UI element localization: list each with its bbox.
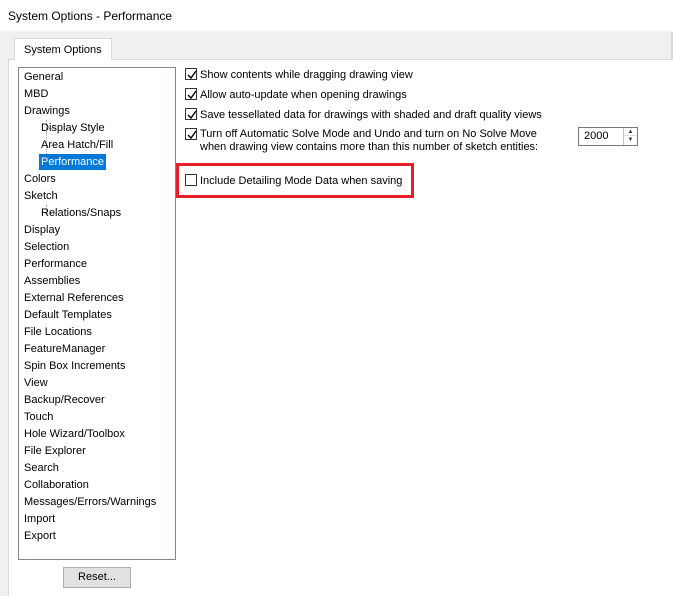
tree-item-display[interactable]: Display [22,222,62,238]
tree-item-hole-wizard-toolbox[interactable]: Hole Wizard/Toolbox [22,426,127,442]
turn-off-solve-label-line2: when drawing view contains more than thi… [200,141,539,153]
spin-down-icon[interactable]: ▼ [624,136,637,144]
tree-item-drawings-performance[interactable]: Performance [39,154,106,170]
tree-item-drawings[interactable]: Drawings [22,103,72,119]
tree-item-area-hatch-fill[interactable]: Area Hatch/Fill [39,137,115,153]
tree-item-mbd[interactable]: MBD [22,86,50,102]
tree-item-relations-snaps[interactable]: Relations/Snaps [39,205,123,221]
spin-up-icon[interactable]: ▲ [624,128,637,136]
tree-item-spin-box-increments[interactable]: Spin Box Increments [22,358,128,374]
tree-item-sketch[interactable]: Sketch [22,188,60,204]
reset-button[interactable]: Reset... [63,567,131,588]
checkmark-icon [187,130,197,140]
auto-update-label: Allow auto-update when opening drawings [200,89,407,101]
tree-item-selection[interactable]: Selection [22,239,71,255]
tree-item-default-templates[interactable]: Default Templates [22,307,114,323]
tree-item-assemblies[interactable]: Assemblies [22,273,82,289]
sketch-entities-value[interactable]: 2000 [584,130,608,142]
save-tessellated-label: Save tessellated data for drawings with … [200,109,542,121]
save-tessellated-checkbox[interactable] [185,108,197,120]
tab-system-options[interactable]: System Options [14,38,112,60]
tree-item-view[interactable]: View [22,375,50,391]
tree-item-file-explorer[interactable]: File Explorer [22,443,88,459]
tree-item-display-style[interactable]: Display Style [39,120,107,136]
show-contents-checkbox[interactable] [185,68,197,80]
checkmark-icon [187,110,197,120]
system-options-window: System Options - Performance System Opti… [0,0,673,596]
tree-item-backup-recover[interactable]: Backup/Recover [22,392,107,408]
auto-update-checkbox[interactable] [185,88,197,100]
checkmark-icon [187,70,197,80]
highlight-annotation-box [176,163,414,198]
tree-item-general[interactable]: General [22,69,65,85]
turn-off-solve-checkbox[interactable] [185,128,197,140]
options-tree[interactable]: General MBD Drawings Display Style Area … [18,67,176,560]
turn-off-solve-label-line1: Turn off Automatic Solve Mode and Undo a… [200,128,537,140]
tree-item-messages-errors-warnings[interactable]: Messages/Errors/Warnings [22,494,158,510]
spin-buttons: ▲ ▼ [623,128,637,145]
tree-item-touch[interactable]: Touch [22,409,55,425]
tree-item-external-references[interactable]: External References [22,290,126,306]
sketch-entities-spinbox[interactable]: 2000 ▲ ▼ [578,127,638,146]
tree-item-colors[interactable]: Colors [22,171,58,187]
tree-item-import[interactable]: Import [22,511,57,527]
checkmark-icon [187,90,197,100]
tree-item-performance[interactable]: Performance [22,256,89,272]
show-contents-label: Show contents while dragging drawing vie… [200,69,413,81]
tree-item-export[interactable]: Export [22,528,58,544]
title-bar: System Options - Performance [0,0,673,32]
tree-item-search[interactable]: Search [22,460,61,476]
tree-item-file-locations[interactable]: File Locations [22,324,94,340]
tree-item-collaboration[interactable]: Collaboration [22,477,91,493]
window-title: System Options - Performance [8,9,173,23]
tree-item-featuremanager[interactable]: FeatureManager [22,341,107,357]
